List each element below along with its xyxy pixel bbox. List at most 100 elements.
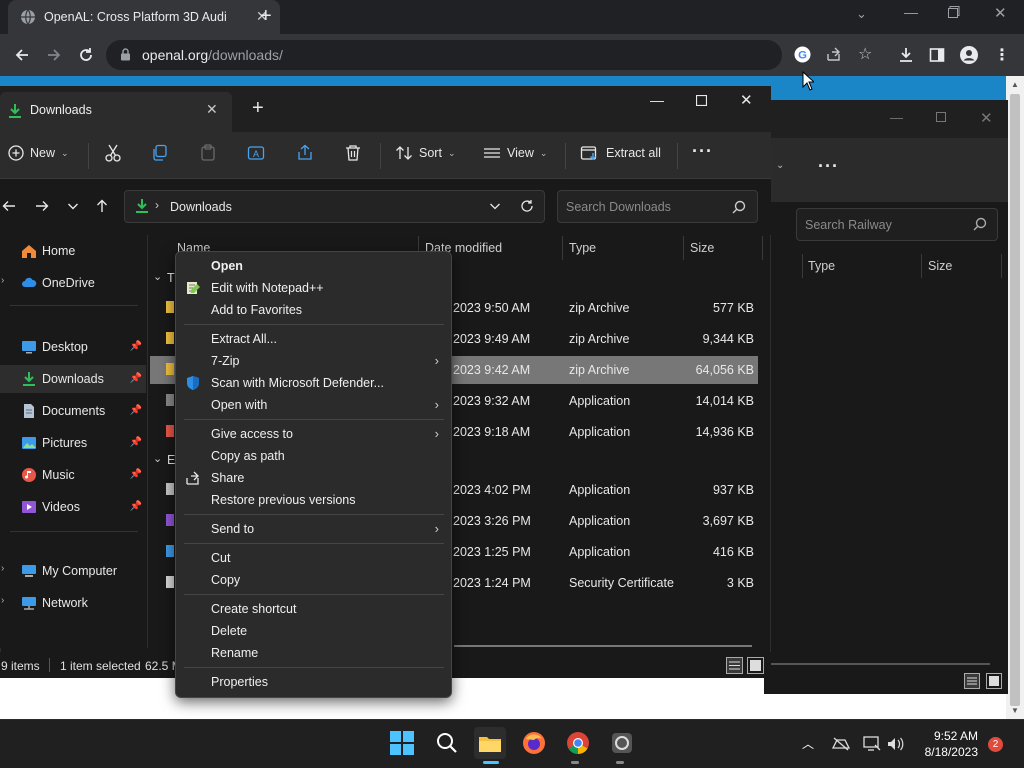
new-tab-button[interactable]: + (252, 97, 264, 120)
menu-item-properties[interactable]: Properties (176, 671, 451, 693)
menu-item-create-shortcut[interactable]: Create shortcut (176, 598, 451, 620)
bg-more-icon[interactable]: ··· (818, 156, 839, 177)
menu-item-add-favorites[interactable]: Add to Favorites (176, 299, 451, 321)
explorer-tab-downloads[interactable]: Downloads ✕ (0, 92, 232, 132)
file-explorer-taskbar-icon[interactable] (474, 727, 506, 759)
nav-up-icon[interactable] (95, 199, 109, 213)
nav-item-videos[interactable]: Videos 📌 (0, 493, 146, 521)
restore-icon[interactable] (948, 6, 960, 18)
delete-icon[interactable] (344, 144, 362, 162)
column-header-size[interactable]: Size (690, 236, 760, 260)
browser-tab[interactable]: OpenAL: Cross Platform 3D Audi ✕ (8, 0, 280, 34)
tray-overflow-icon[interactable]: ︿ (802, 735, 814, 752)
nav-item-desktop[interactable]: Desktop 📌 (0, 333, 146, 361)
menu-item-delete[interactable]: Delete (176, 620, 451, 642)
menu-item-restore-versions[interactable]: Restore previous versions (176, 489, 451, 511)
menu-item-share[interactable]: Share (176, 467, 451, 489)
reload-icon[interactable] (71, 40, 101, 70)
column-separator[interactable] (562, 236, 563, 260)
bg-col-size[interactable]: Size (928, 259, 952, 273)
search-icon[interactable] (732, 200, 746, 214)
clock-date[interactable]: 8/18/2023 (912, 745, 978, 759)
profile-icon[interactable] (954, 40, 984, 70)
details-view-icon[interactable] (726, 657, 743, 674)
paste-icon[interactable] (199, 144, 217, 162)
nav-item-pictures[interactable]: Pictures 📌 (0, 429, 146, 457)
page-scrollbar[interactable]: ▲ ▼ (1006, 76, 1024, 719)
group-collapse-icon[interactable]: ⌄ (153, 452, 162, 465)
menu-item-scan-defender[interactable]: Scan with Microsoft Defender... (176, 372, 451, 394)
search-taskbar-icon[interactable] (431, 727, 463, 759)
menu-item-copy-path[interactable]: Copy as path (176, 445, 451, 467)
view-button[interactable]: View ⌄ (483, 145, 547, 161)
nav-item-my-computer[interactable]: › My Computer (0, 557, 146, 585)
menu-item-cut[interactable]: Cut (176, 547, 451, 569)
network-status-icon[interactable] (863, 736, 881, 752)
clock-time[interactable]: 9:52 AM (918, 729, 978, 743)
side-panel-icon[interactable] (922, 40, 952, 70)
nav-item-documents[interactable]: Documents 📌 (0, 397, 146, 425)
rename-icon[interactable]: A (247, 144, 265, 162)
close-window-icon[interactable]: ✕ (994, 4, 1007, 22)
nav-item-music[interactable]: Music 📌 (0, 461, 146, 489)
share-icon[interactable] (296, 144, 314, 162)
sort-button[interactable]: Sort ⌄ (395, 145, 455, 161)
volume-icon[interactable] (886, 736, 904, 752)
more-options-icon[interactable]: ··· (692, 141, 713, 162)
minimize-icon[interactable]: — (904, 4, 918, 20)
explorer-maximize-icon[interactable] (696, 95, 707, 106)
bg-maximize-icon[interactable] (936, 112, 946, 122)
recent-locations-icon[interactable] (67, 199, 79, 213)
start-windows-icon[interactable] (386, 727, 418, 759)
bg-hscrollbar[interactable] (770, 663, 990, 665)
bg-search-icon[interactable] (973, 217, 987, 231)
menu-item-rename[interactable]: Rename (176, 642, 451, 664)
bg-details-view-icon[interactable] (964, 673, 980, 689)
explorer-minimize-icon[interactable]: — (650, 92, 664, 108)
new-button[interactable]: New ⌄ (8, 145, 69, 161)
expand-chevron-icon[interactable]: › (1, 563, 4, 574)
nav-item-home[interactable]: Home (0, 237, 146, 265)
address-breadcrumb-bar[interactable]: › Downloads (124, 190, 545, 223)
menu-item-edit-notepad[interactable]: Edit with Notepad++ (176, 277, 451, 299)
tray-app-icon[interactable] (832, 736, 850, 752)
expand-chevron-icon[interactable]: › (1, 275, 4, 286)
tiles-view-icon[interactable] (747, 657, 764, 674)
google-icon[interactable]: G (794, 46, 811, 63)
tab-search-icon[interactable]: ⌄ (856, 6, 867, 22)
explorer-close-icon[interactable]: ✕ (740, 91, 753, 109)
search-downloads-input[interactable]: Search Downloads (557, 190, 758, 223)
refresh-icon[interactable] (520, 199, 534, 213)
address-bar[interactable]: openal.org/downloads/ G ☆ (106, 40, 872, 70)
nav-forward-icon[interactable] (35, 199, 49, 213)
forward-icon[interactable] (39, 40, 69, 70)
bookmark-star-icon[interactable]: ☆ (858, 44, 872, 64)
app-taskbar-icon[interactable] (606, 727, 638, 759)
menu-item-copy[interactable]: Copy (176, 569, 451, 591)
bg-search-input[interactable]: Search Railway (796, 208, 998, 241)
bg-close-icon[interactable]: ✕ (980, 109, 993, 127)
copy-icon[interactable] (151, 144, 169, 162)
back-icon[interactable] (7, 40, 37, 70)
breadcrumb-downloads[interactable]: Downloads (170, 200, 232, 214)
menu-kebab-icon[interactable]: ⋮ (987, 40, 1017, 70)
address-dropdown-icon[interactable] (489, 199, 501, 213)
menu-item-open-with[interactable]: Open with › (176, 394, 451, 416)
group-collapse-icon[interactable]: ⌄ (153, 270, 162, 283)
file-list-hscrollbar[interactable] (454, 645, 752, 647)
lock-icon[interactable] (120, 48, 131, 61)
nav-item-downloads[interactable]: Downloads 📌 (0, 365, 146, 393)
extract-all-button[interactable]: Extract all (580, 144, 661, 162)
expand-chevron-icon[interactable]: › (1, 595, 4, 606)
notification-badge[interactable]: 2 (988, 737, 1003, 752)
column-separator[interactable] (762, 236, 763, 260)
chrome-icon[interactable] (562, 727, 594, 759)
nav-item-onedrive[interactable]: › OneDrive (0, 269, 146, 297)
bg-chevron-icon[interactable]: ⌄ (776, 160, 784, 171)
menu-item-give-access[interactable]: Give access to › (176, 423, 451, 445)
cut-icon[interactable] (104, 144, 122, 162)
menu-item-send-to[interactable]: Send to › (176, 518, 451, 540)
download-icon[interactable] (891, 40, 921, 70)
column-header-type[interactable]: Type (569, 236, 681, 260)
column-separator[interactable] (683, 236, 684, 260)
